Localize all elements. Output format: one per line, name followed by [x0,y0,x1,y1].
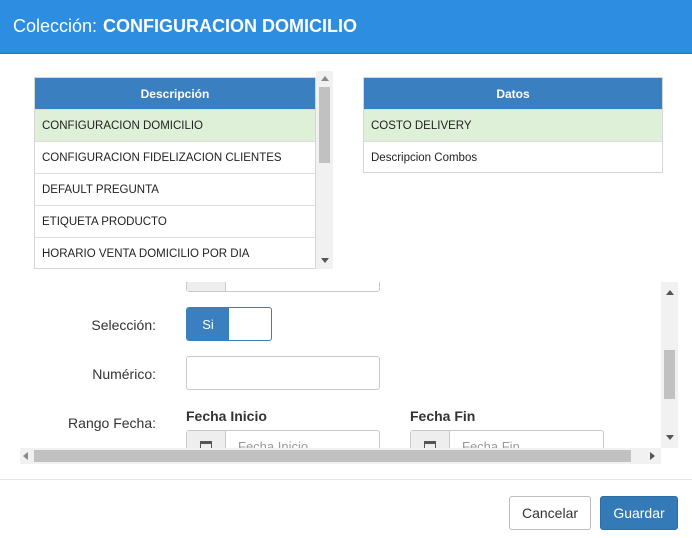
cancel-button[interactable]: Cancelar [509,496,591,530]
scroll-right-icon[interactable] [650,452,655,460]
scroll-left-icon[interactable] [23,452,28,460]
form-area: Selección: Si Numérico: Rango Fecha: Fec… [20,282,678,464]
datos-table: Datos COSTO DELIVERY Descripcion Combos [363,77,663,173]
descripcion-header: Descripción [35,78,315,109]
table-row[interactable]: COSTO DELIVERY [364,109,662,141]
descripcion-scrollbar[interactable] [316,71,333,269]
modal-header: Colección: CONFIGURACION DOMICILIO [0,0,692,54]
rango-fecha-label: Rango Fecha: [68,415,156,431]
table-row[interactable]: Descripcion Combos [364,141,662,173]
scroll-up-icon[interactable] [666,290,674,295]
toggle-on-label: Si [187,308,229,340]
form-vertical-scrollbar[interactable] [661,282,678,448]
footer-divider [0,479,692,480]
table-row[interactable]: CONFIGURACION DOMICILIO [35,109,315,141]
numerico-input[interactable] [186,356,380,390]
fecha-fin-label: Fecha Fin [410,408,476,424]
fecha-inicio-label: Fecha Inicio [186,408,267,424]
table-row[interactable]: CONFIGURACION FIDELIZACION CLIENTES [35,141,315,173]
scroll-up-icon[interactable] [321,76,329,81]
datos-header: Datos [364,78,662,109]
seleccion-label: Selección: [91,317,156,333]
descripcion-table: Descripción CONFIGURACION DOMICILIO CONF… [34,77,316,269]
scroll-down-icon[interactable] [321,258,329,263]
numerico-label: Numérico: [92,366,156,382]
table-row[interactable]: DEFAULT PREGUNTA [35,173,315,205]
modal-title: CONFIGURACION DOMICILIO [103,16,358,36]
scroll-thumb[interactable] [34,450,631,462]
scroll-thumb[interactable] [319,87,330,163]
scroll-thumb[interactable] [664,350,675,399]
seleccion-toggle[interactable]: Si [186,307,272,341]
scroll-down-icon[interactable] [666,435,674,440]
partial-input[interactable] [186,282,380,292]
save-button[interactable]: Guardar [600,496,678,530]
table-row[interactable]: ETIQUETA PRODUCTO [35,205,315,237]
table-row[interactable]: HORARIO VENTA DOMICILIO POR DIA [35,237,315,268]
form-horizontal-scrollbar[interactable] [20,448,661,464]
modal-title-prefix: Colección: [13,16,98,36]
